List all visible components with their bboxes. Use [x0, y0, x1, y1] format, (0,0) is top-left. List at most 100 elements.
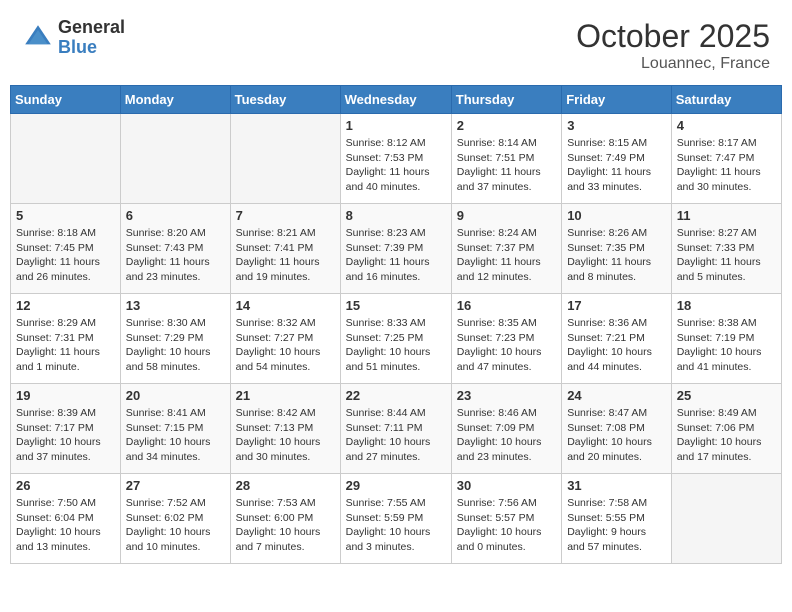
calendar-cell: 17 Sunrise: 8:36 AMSunset: 7:21 PMDayligh…	[562, 294, 672, 384]
calendar-cell: 4 Sunrise: 8:17 AMSunset: 7:47 PMDaylight…	[671, 114, 781, 204]
calendar-cell: 8Sunrise: 8:23 AMSunset: 7:39 PMDaylight…	[340, 204, 451, 294]
week-row-2: 5 Sunrise: 8:18 AMSunset: 7:45 PMDaylight…	[11, 204, 782, 294]
logo-general-text: General	[58, 18, 125, 38]
calendar-cell: 22 Sunrise: 8:44 AMSunset: 7:11 PMDayligh…	[340, 384, 451, 474]
day-info: Sunrise: 7:58 AMSunset: 5:55 PMDaylight:…	[567, 496, 666, 555]
calendar-cell: 24Sunrise: 8:47 AMSunset: 7:08 PMDayligh…	[562, 384, 672, 474]
calendar-cell: 19 Sunrise: 8:39 AMSunset: 7:17 PMDayligh…	[11, 384, 121, 474]
calendar-cell	[11, 114, 121, 204]
day-number: 30	[457, 478, 556, 493]
calendar-cell: 13 Sunrise: 8:30 AMSunset: 7:29 PMDayligh…	[120, 294, 230, 384]
day-info: Sunrise: 8:18 AMSunset: 7:45 PMDaylight:…	[16, 226, 115, 285]
day-info: Sunrise: 8:12 AMSunset: 7:53 PMDaylight:…	[346, 136, 446, 195]
day-info: Sunrise: 7:56 AMSunset: 5:57 PMDaylight:…	[457, 496, 556, 555]
logo-blue-text: Blue	[58, 38, 125, 58]
weekday-header-thursday: Thursday	[451, 86, 561, 114]
day-number: 4	[677, 118, 776, 133]
day-number: 20	[126, 388, 225, 403]
day-number: 24	[567, 388, 666, 403]
calendar-cell: 6 Sunrise: 8:20 AMSunset: 7:43 PMDaylight…	[120, 204, 230, 294]
day-number: 28	[236, 478, 335, 493]
day-info: Sunrise: 8:46 AMSunset: 7:09 PMDaylight:…	[457, 406, 556, 465]
day-number: 19	[16, 388, 115, 403]
weekday-header-tuesday: Tuesday	[230, 86, 340, 114]
day-info: Sunrise: 7:52 AMSunset: 6:02 PMDaylight:…	[126, 496, 225, 555]
day-info: Sunrise: 8:38 AMSunset: 7:19 PMDaylight:…	[677, 316, 776, 375]
calendar-cell: 11 Sunrise: 8:27 AMSunset: 7:33 PMDayligh…	[671, 204, 781, 294]
calendar-cell: 2 Sunrise: 8:14 AMSunset: 7:51 PMDaylight…	[451, 114, 561, 204]
day-number: 21	[236, 388, 335, 403]
weekday-header-wednesday: Wednesday	[340, 86, 451, 114]
day-info: Sunrise: 8:24 AMSunset: 7:37 PMDaylight:…	[457, 226, 556, 285]
logo: General Blue	[22, 18, 125, 58]
calendar-cell: 9 Sunrise: 8:24 AMSunset: 7:37 PMDaylight…	[451, 204, 561, 294]
day-number: 15	[346, 298, 446, 313]
weekday-header-monday: Monday	[120, 86, 230, 114]
day-info: Sunrise: 8:39 AMSunset: 7:17 PMDaylight:…	[16, 406, 115, 465]
day-info: Sunrise: 7:50 AMSunset: 6:04 PMDaylight:…	[16, 496, 115, 555]
calendar-cell: 23 Sunrise: 8:46 AMSunset: 7:09 PMDayligh…	[451, 384, 561, 474]
calendar-cell: 15 Sunrise: 8:33 AMSunset: 7:25 PMDayligh…	[340, 294, 451, 384]
day-info: Sunrise: 8:20 AMSunset: 7:43 PMDaylight:…	[126, 226, 225, 285]
day-info: Sunrise: 8:15 AMSunset: 7:49 PMDaylight:…	[567, 136, 666, 195]
day-number: 14	[236, 298, 335, 313]
calendar-cell: 26Sunrise: 7:50 AMSunset: 6:04 PMDayligh…	[11, 474, 121, 564]
calendar-table: SundayMondayTuesdayWednesdayThursdayFrid…	[10, 85, 782, 564]
day-info: Sunrise: 8:21 AMSunset: 7:41 PMDaylight:…	[236, 226, 335, 285]
day-info: Sunrise: 8:44 AMSunset: 7:11 PMDaylight:…	[346, 406, 446, 465]
calendar-cell	[120, 114, 230, 204]
day-info: Sunrise: 8:41 AMSunset: 7:15 PMDaylight:…	[126, 406, 225, 465]
calendar-cell	[230, 114, 340, 204]
day-number: 13	[126, 298, 225, 313]
day-number: 1	[346, 118, 446, 133]
day-info: Sunrise: 8:42 AMSunset: 7:13 PMDaylight:…	[236, 406, 335, 465]
calendar-cell: 1 Sunrise: 8:12 AMSunset: 7:53 PMDaylight…	[340, 114, 451, 204]
weekday-header-saturday: Saturday	[671, 86, 781, 114]
day-number: 17	[567, 298, 666, 313]
weekday-header-friday: Friday	[562, 86, 672, 114]
calendar-cell: 10Sunrise: 8:26 AMSunset: 7:35 PMDayligh…	[562, 204, 672, 294]
day-info: Sunrise: 8:32 AMSunset: 7:27 PMDaylight:…	[236, 316, 335, 375]
day-number: 16	[457, 298, 556, 313]
day-info: Sunrise: 8:17 AMSunset: 7:47 PMDaylight:…	[677, 136, 776, 195]
day-info: Sunrise: 8:33 AMSunset: 7:25 PMDaylight:…	[346, 316, 446, 375]
calendar-cell: 18 Sunrise: 8:38 AMSunset: 7:19 PMDayligh…	[671, 294, 781, 384]
month-title: October 2025	[576, 18, 770, 55]
day-number: 18	[677, 298, 776, 313]
calendar-cell: 3 Sunrise: 8:15 AMSunset: 7:49 PMDaylight…	[562, 114, 672, 204]
day-info: Sunrise: 8:36 AMSunset: 7:21 PMDaylight:…	[567, 316, 666, 375]
day-info: Sunrise: 7:53 AMSunset: 6:00 PMDaylight:…	[236, 496, 335, 555]
day-info: Sunrise: 8:27 AMSunset: 7:33 PMDaylight:…	[677, 226, 776, 285]
day-number: 2	[457, 118, 556, 133]
day-number: 25	[677, 388, 776, 403]
day-number: 9	[457, 208, 556, 223]
day-number: 10	[567, 208, 666, 223]
calendar-cell: 29Sunrise: 7:55 AMSunset: 5:59 PMDayligh…	[340, 474, 451, 564]
title-block: October 2025 Louannec, France	[576, 18, 770, 73]
calendar-cell: 28 Sunrise: 7:53 AMSunset: 6:00 PMDayligh…	[230, 474, 340, 564]
week-row-5: 26Sunrise: 7:50 AMSunset: 6:04 PMDayligh…	[11, 474, 782, 564]
calendar-cell: 25 Sunrise: 8:49 AMSunset: 7:06 PMDayligh…	[671, 384, 781, 474]
day-info: Sunrise: 8:29 AMSunset: 7:31 PMDaylight:…	[16, 316, 115, 375]
day-info: Sunrise: 8:30 AMSunset: 7:29 PMDaylight:…	[126, 316, 225, 375]
day-number: 5	[16, 208, 115, 223]
day-info: Sunrise: 7:55 AMSunset: 5:59 PMDaylight:…	[346, 496, 446, 555]
day-number: 3	[567, 118, 666, 133]
day-number: 8	[346, 208, 446, 223]
calendar-cell: 21 Sunrise: 8:42 AMSunset: 7:13 PMDayligh…	[230, 384, 340, 474]
week-row-3: 12Sunrise: 8:29 AMSunset: 7:31 PMDayligh…	[11, 294, 782, 384]
calendar-cell: 27Sunrise: 7:52 AMSunset: 6:02 PMDayligh…	[120, 474, 230, 564]
day-number: 23	[457, 388, 556, 403]
day-info: Sunrise: 8:49 AMSunset: 7:06 PMDaylight:…	[677, 406, 776, 465]
calendar-cell: 12Sunrise: 8:29 AMSunset: 7:31 PMDayligh…	[11, 294, 121, 384]
weekday-header-sunday: Sunday	[11, 86, 121, 114]
calendar-cell: 16Sunrise: 8:35 AMSunset: 7:23 PMDayligh…	[451, 294, 561, 384]
calendar-cell: 20 Sunrise: 8:41 AMSunset: 7:15 PMDayligh…	[120, 384, 230, 474]
day-number: 6	[126, 208, 225, 223]
calendar-cell: 30 Sunrise: 7:56 AMSunset: 5:57 PMDayligh…	[451, 474, 561, 564]
calendar-cell: 5 Sunrise: 8:18 AMSunset: 7:45 PMDaylight…	[11, 204, 121, 294]
location-title: Louannec, France	[576, 55, 770, 73]
day-number: 22	[346, 388, 446, 403]
day-number: 11	[677, 208, 776, 223]
day-info: Sunrise: 8:14 AMSunset: 7:51 PMDaylight:…	[457, 136, 556, 195]
